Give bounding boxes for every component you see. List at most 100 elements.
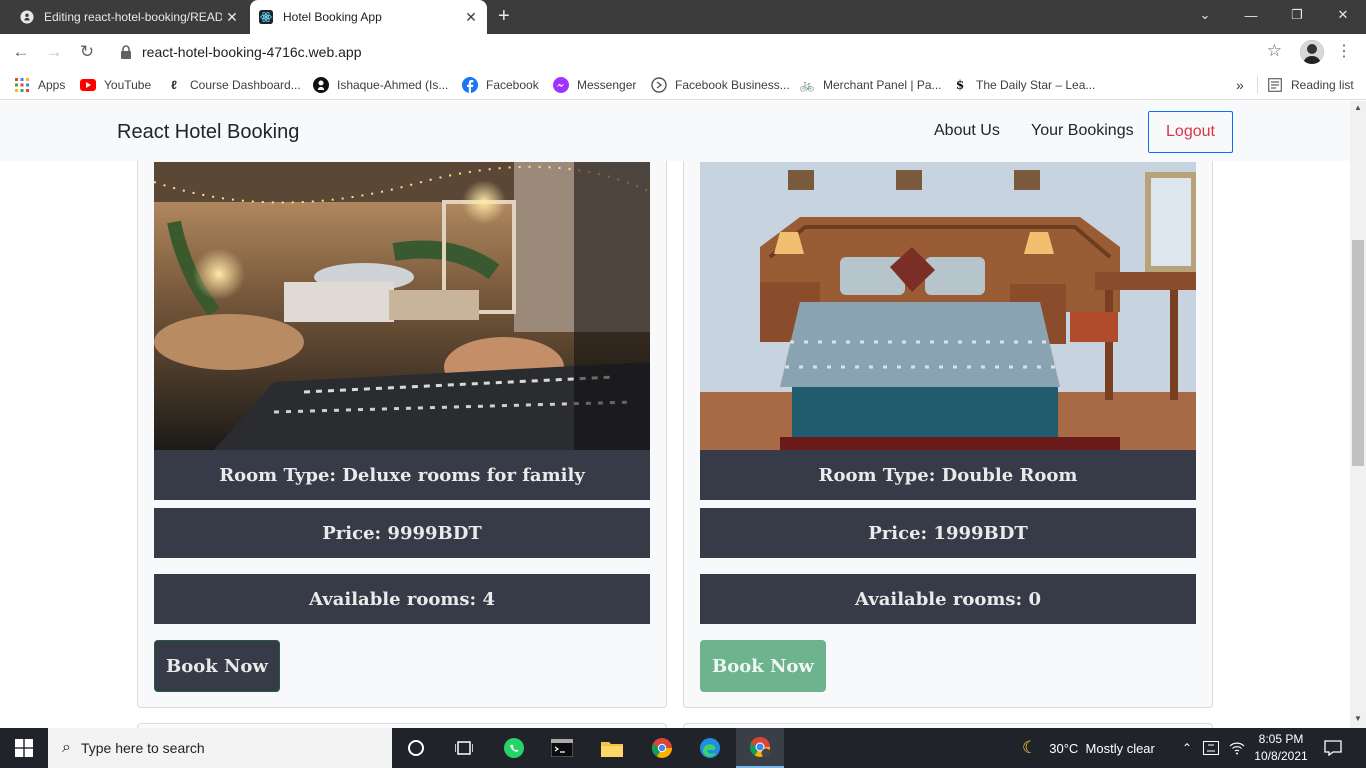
messenger-icon xyxy=(553,77,569,93)
bookmark-merchant-panel[interactable]: 🚲 Merchant Panel | Pa... xyxy=(799,76,942,94)
clock-date: 10/8/2021 xyxy=(1254,749,1308,763)
forward-icon[interactable]: → xyxy=(43,42,65,64)
bookmark-label: YouTube xyxy=(104,78,152,92)
tab-github-readme[interactable]: Editing react-hotel-booking/README.md ✕ xyxy=(12,0,248,34)
chrome-icon[interactable] xyxy=(638,728,686,768)
room-availability: Available rooms: 0 xyxy=(700,574,1196,624)
scroll-up-icon[interactable]: ▲ xyxy=(1354,103,1362,112)
taskbar-clock[interactable]: 8:05 PM 10/8/2021 xyxy=(1248,731,1314,765)
book-now-button[interactable]: Book Now xyxy=(154,640,280,692)
course-icon: ℓ xyxy=(171,78,177,92)
tab-search-icon[interactable]: ⌄ xyxy=(1182,0,1228,30)
page-viewport: React Hotel Booking About Us Your Bookin… xyxy=(0,101,1350,728)
room-availability: Available rooms: 4 xyxy=(154,574,650,624)
browser-toolbar: ← → ↻ react-hotel-booking-4716c.web.app … xyxy=(0,34,1366,70)
reading-list-icon xyxy=(1267,77,1283,93)
page-scrollbar[interactable]: ▲ ▼ xyxy=(1350,101,1366,728)
facebook-icon xyxy=(462,77,478,93)
more-bookmarks-chevron-icon[interactable]: » xyxy=(1236,76,1244,94)
close-tab-icon[interactable]: ✕ xyxy=(224,9,240,25)
search-placeholder: Type here to search xyxy=(80,740,205,756)
language-icon[interactable] xyxy=(1203,728,1219,768)
moon-icon: ☾ xyxy=(1022,738,1038,757)
scroll-down-icon[interactable]: ▼ xyxy=(1354,714,1362,723)
room-photo-patio xyxy=(154,162,650,450)
reload-icon[interactable]: ↻ xyxy=(76,42,98,64)
logout-button[interactable]: Logout xyxy=(1148,111,1233,153)
bookmark-apps[interactable]: Apps xyxy=(14,76,65,94)
room-type: Room Type: Deluxe rooms for family xyxy=(154,450,650,500)
bookmark-youtube[interactable]: YouTube xyxy=(80,76,151,94)
windows-start-icon[interactable] xyxy=(0,728,48,768)
clock-time: 8:05 PM xyxy=(1258,732,1304,746)
tab-title: Hotel Booking App xyxy=(283,10,382,24)
room-price: Price: 9999BDT xyxy=(154,508,650,558)
tab-hotel-booking[interactable]: Hotel Booking App ✕ xyxy=(250,0,487,34)
tab-strip: Editing react-hotel-booking/README.md ✕ … xyxy=(0,0,1366,34)
back-icon[interactable]: ← xyxy=(10,42,32,64)
bookmark-facebook[interactable]: Facebook xyxy=(462,76,539,94)
bookmark-github[interactable]: Ishaque-Ahmed (Is... xyxy=(313,76,448,94)
minimize-icon[interactable]: — xyxy=(1228,0,1274,30)
merchant-icon: 🚲 xyxy=(799,78,815,92)
menu-kebab-icon[interactable]: ⋮ xyxy=(1336,41,1352,61)
room-photo-double-bed xyxy=(700,162,1196,450)
bookmark-label: Apps xyxy=(38,78,66,92)
bookmark-label: Messenger xyxy=(577,78,637,92)
terminal-icon[interactable] xyxy=(538,728,586,768)
file-explorer-icon[interactable] xyxy=(588,728,636,768)
bookmark-course-dashboard[interactable]: ℓ Course Dashboard... xyxy=(166,76,301,94)
lock-icon xyxy=(121,45,131,59)
search-icon: ⌕ xyxy=(62,739,71,756)
scrollbar-thumb[interactable] xyxy=(1352,240,1364,466)
daily-star-icon: $ xyxy=(955,78,965,92)
bookmark-facebook-business[interactable]: Facebook Business... xyxy=(651,76,790,94)
github-icon xyxy=(313,77,329,93)
taskbar-search-box[interactable]: ⌕ Type here to search xyxy=(48,728,392,768)
bookmark-star-icon[interactable]: ☆ xyxy=(1267,41,1282,61)
bookmark-label: Merchant Panel | Pa... xyxy=(823,78,942,92)
apps-grid-icon xyxy=(14,77,30,93)
nav-your-bookings[interactable]: Your Bookings xyxy=(1031,122,1134,140)
facebook-business-icon xyxy=(651,77,667,93)
close-tab-icon[interactable]: ✕ xyxy=(463,9,479,25)
room-card: Room Type: Deluxe rooms for family Price… xyxy=(137,101,667,708)
whatsapp-icon[interactable] xyxy=(490,728,538,768)
room-type: Room Type: Double Room xyxy=(700,450,1196,500)
wifi-icon[interactable] xyxy=(1229,728,1245,768)
bookmark-label: Ishaque-Ahmed (Is... xyxy=(337,78,449,92)
tray-overflow-chevron-icon[interactable]: ⌃ xyxy=(1182,728,1192,768)
bookmark-label: Facebook xyxy=(486,78,539,92)
bookmark-messenger[interactable]: Messenger xyxy=(553,76,636,94)
weather-text: 30°C Mostly clear xyxy=(1049,740,1155,756)
cortana-icon[interactable] xyxy=(392,728,440,768)
close-window-icon[interactable]: ✕ xyxy=(1320,0,1366,30)
github-icon xyxy=(20,10,34,24)
room-card: Room Type: Double Room Price: 1999BDT Av… xyxy=(683,101,1213,708)
windows-taskbar: ⌕ Type here to search ☾ 30°C Mostly clea… xyxy=(0,728,1366,768)
bookmarks-bar: Apps YouTube ℓ Course Dashboard... Ishaq… xyxy=(0,70,1366,100)
restore-icon[interactable]: ❐ xyxy=(1274,0,1320,30)
new-tab-icon[interactable]: + xyxy=(498,6,510,26)
url-text: react-hotel-booking-4716c.web.app xyxy=(142,44,362,60)
room-price: Price: 1999BDT xyxy=(700,508,1196,558)
reading-list-label: Reading list xyxy=(1291,78,1354,92)
bookmark-label: Course Dashboard... xyxy=(190,78,301,92)
chrome-profile-icon[interactable] xyxy=(736,728,784,768)
reading-list-button[interactable]: Reading list xyxy=(1267,76,1354,94)
brand-title[interactable]: React Hotel Booking xyxy=(117,121,299,144)
notification-icon[interactable] xyxy=(1314,728,1352,768)
tab-title: Editing react-hotel-booking/README.md xyxy=(44,10,222,24)
address-bar[interactable]: react-hotel-booking-4716c.web.app xyxy=(108,36,1294,68)
react-icon xyxy=(259,10,273,24)
bookmark-daily-star[interactable]: $ The Daily Star – Lea... xyxy=(952,76,1096,94)
youtube-icon xyxy=(80,77,96,93)
task-view-icon[interactable] xyxy=(440,728,488,768)
weather-widget[interactable]: ☾ 30°C Mostly clear xyxy=(1022,728,1155,768)
profile-avatar[interactable] xyxy=(1300,40,1324,64)
divider xyxy=(1257,76,1258,94)
bookmark-label: Facebook Business... xyxy=(675,78,790,92)
nav-about-us[interactable]: About Us xyxy=(934,122,1000,140)
edge-icon[interactable] xyxy=(686,728,734,768)
book-now-button[interactable]: Book Now xyxy=(700,640,826,692)
